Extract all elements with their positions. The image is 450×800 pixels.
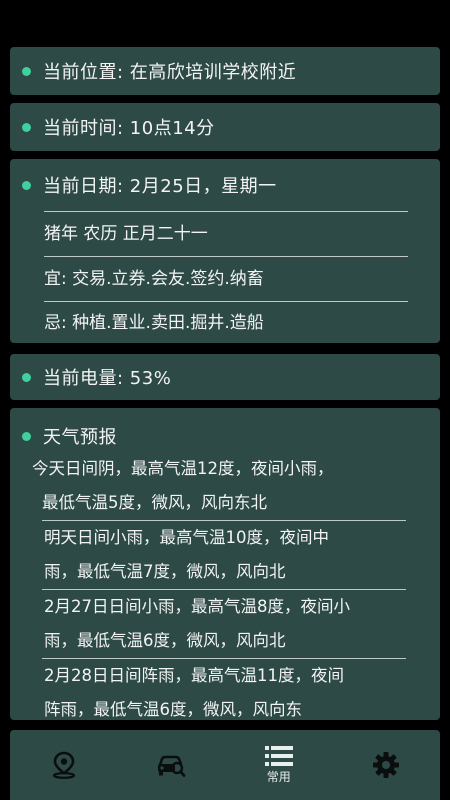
forecast-line: 雨，最低气温7度，微风，风向北 xyxy=(44,562,286,581)
divider xyxy=(42,589,406,590)
forecast-item: 2月28日日间阵雨，最高气温11度，夜间 阵雨，最低气温6度，微风，风向东 xyxy=(10,659,440,720)
bullet-dot xyxy=(22,122,31,132)
forecast-item: 明天日间小雨，最高气温10度，夜间中 雨，最低气温7度，微风，风向北 xyxy=(10,521,440,589)
forecast-item: 今天日间阴，最高气温12度，夜间小雨， 最低气温5度，微风，风向东北 xyxy=(10,452,440,520)
bullet-dot xyxy=(22,372,31,382)
nav-settings[interactable] xyxy=(346,735,426,795)
nav-location[interactable] xyxy=(24,735,104,795)
time-card: 当前时间: 10点14分 xyxy=(10,103,440,151)
forecast-line: 雨，最低气温6度，微风，风向北 xyxy=(44,631,286,650)
forecast-item: 2月27日日间小雨，最高气温8度，夜间小 雨，最低气温6度，微风，风向北 xyxy=(10,590,440,658)
inauspicious-activities: 忌: 种植.置业.卖田.掘井.造船 xyxy=(44,313,264,333)
battery-text: 当前电量: 53% xyxy=(43,368,172,389)
auspicious-activities: 宜: 交易.立券.会友.签约.纳畜 xyxy=(44,269,264,289)
divider xyxy=(42,520,406,521)
map-pin-icon xyxy=(52,751,75,779)
divider xyxy=(44,256,408,257)
divider xyxy=(44,301,408,302)
weather-card[interactable]: 天气预报 今天日间阴，最高气温12度，夜间小雨， 最低气温5度，微风，风向东北 … xyxy=(10,408,440,720)
forecast-line: 最低气温5度，微风，风向东北 xyxy=(42,493,267,512)
nav-common-label: 常用 xyxy=(266,769,291,784)
gear-icon xyxy=(373,752,400,778)
bullet-dot xyxy=(22,66,31,76)
forecast-line: 今天日间阴，最高气温12度，夜间小雨， xyxy=(32,459,334,478)
list-icon xyxy=(264,745,293,766)
battery-card: 当前电量: 53% xyxy=(10,354,440,400)
weather-title: 天气预报 xyxy=(43,427,117,448)
nav-car[interactable] xyxy=(131,735,211,795)
lunar-date: 猪年 农历 正月二十一 xyxy=(44,224,208,244)
divider xyxy=(44,211,408,212)
nav-common[interactable]: 常用 xyxy=(239,735,319,795)
forecast-line: 明天日间小雨，最高气温10度，夜间中 xyxy=(44,528,329,547)
date-card: 当前日期: 2月25日，星期一 猪年 农历 正月二十一 宜: 交易.立券.会友.… xyxy=(10,159,440,343)
location-text: 当前位置: 在高欣培训学校附近 xyxy=(43,62,297,83)
divider xyxy=(42,658,406,659)
car-search-icon xyxy=(158,755,186,777)
bottom-nav: 常用 xyxy=(10,730,440,800)
bullet-dot xyxy=(22,431,31,441)
location-card: 当前位置: 在高欣培训学校附近 xyxy=(10,47,440,95)
forecast-line: 2月28日日间阵雨，最高气温11度，夜间 xyxy=(44,666,344,685)
forecast-line: 阵雨，最低气温6度，微风，风向东 xyxy=(44,700,302,719)
date-text: 当前日期: 2月25日，星期一 xyxy=(43,176,277,197)
bullet-dot xyxy=(22,180,31,190)
forecast-line: 2月27日日间小雨，最高气温8度，夜间小 xyxy=(44,597,350,616)
time-text: 当前时间: 10点14分 xyxy=(43,118,215,139)
